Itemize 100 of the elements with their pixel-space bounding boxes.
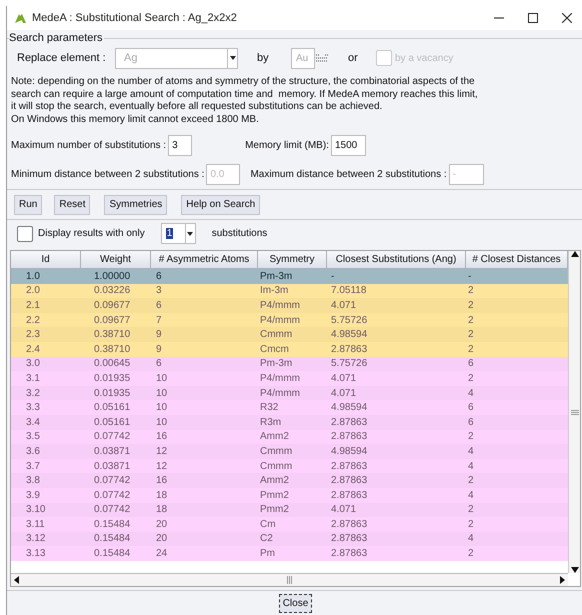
horizontal-scrollbar[interactable] [11, 573, 568, 586]
table-row[interactable]: 2.0 0.03226 3 Im-3m 7.05118 2 [11, 284, 568, 298]
table-row[interactable]: 3.3 0.05161 10 R32 4.98594 6 [11, 400, 568, 415]
table-cell-text: 18 [155, 488, 168, 503]
table-cell-text: 7.05118 [330, 284, 368, 298]
toolbar-button[interactable]: Reset [54, 194, 90, 214]
table-cell-text: 4 [467, 460, 475, 474]
table-row[interactable]: 3.2 0.01935 10 P4/mmm 4.071 4 [11, 386, 568, 400]
table-cell-text: 2.87863 [330, 488, 368, 503]
table-cell-text: 3 [155, 284, 163, 298]
max-substitutions-field[interactable]: 3 [168, 134, 192, 156]
checkbox[interactable] [17, 226, 33, 242]
table-cell-text: 20 [155, 518, 168, 532]
table-cell-text: 0.01935 [93, 386, 132, 401]
close-button[interactable]: Close [278, 594, 312, 612]
vertical-scrollbar[interactable] [568, 251, 580, 573]
table-row[interactable]: 1.0 1.00000 6 Pm-3m - - [11, 269, 568, 284]
table-cell-text: 2 [467, 328, 475, 342]
table-cell-text: 3.9 [25, 488, 41, 503]
column-header[interactable]: Symmetry [258, 251, 327, 269]
or-label: or [348, 50, 359, 66]
table-row[interactable]: 3.13 0.15484 24 Pm 2.87863 2 [11, 546, 568, 561]
table-row[interactable]: 2.1 0.09677 6 P4/mmm 4.071 2 [11, 298, 568, 313]
memory-limit-field[interactable]: 1500 [330, 134, 366, 156]
toolbar-button[interactable]: Run [14, 194, 42, 214]
table-cell-text: 2.87863 [330, 416, 368, 430]
table-row[interactable]: 3.4 0.05161 10 R3m 2.87863 6 [11, 414, 568, 430]
column-header[interactable]: # Asymmetric Atoms [151, 251, 258, 269]
table-cell-text: 6 [155, 357, 163, 372]
toolbar-button[interactable]: Help on Search [181, 194, 260, 214]
column-header[interactable]: Closest Substitutions (Ang) [327, 251, 466, 269]
table-cell-text: 16 [155, 474, 168, 488]
table-cell-text: Pmm2 [259, 488, 290, 503]
table-row[interactable]: 2.2 0.09677 7 P4/mmm 5.75726 2 [11, 312, 568, 328]
table-cell-text: 2.0 [25, 284, 41, 298]
table-cell-text: 3.2 [25, 386, 41, 401]
by-label: by [257, 50, 270, 66]
table-cell-text: Pm-3m [259, 357, 294, 372]
table-row[interactable]: 3.0 0.00645 6 Pm-3m 5.75726 6 [11, 356, 568, 372]
min-distance-field[interactable]: 0.0 [206, 164, 240, 184]
left-arrow-icon[interactable] [14, 576, 19, 584]
note-text: Note: depending on the number of atoms and symmetry of the structure, the combinatorial aspects of the [11, 76, 476, 88]
table-cell-text: C2 [259, 532, 274, 546]
table-cell-text: 2.1 [25, 298, 41, 313]
table-cell-text: 9 [155, 342, 163, 357]
table-cell-text: 2.3 [25, 328, 41, 342]
column-header[interactable]: Weight [81, 251, 151, 269]
min-distance-label: Minimum distance between 2 substitutions : [11, 168, 204, 182]
table-cell-text: 10 [155, 416, 168, 430]
table-cell-text: 2 [467, 503, 475, 518]
table-cell-text: 18 [155, 503, 168, 518]
table-cell-text: P4/mmm [259, 386, 301, 401]
table-cell-text: 4 [467, 488, 475, 503]
table-cell-text: 12 [155, 444, 168, 459]
table-row[interactable]: 3.8 0.07742 16 Amm2 2.87863 2 [11, 473, 568, 488]
table-cell-text: 0.09677 [93, 298, 132, 313]
table-row[interactable]: 3.12 0.15484 20 C2 2.87863 4 [11, 532, 568, 546]
table-cell-text: 4.071 [330, 372, 358, 386]
note-text: On Windows this memory limit cannot exceed 1800 MB. [11, 114, 260, 126]
table-cell-text: 0.07742 [93, 430, 132, 444]
max-substitutions-label: Maximum number of substitutions : [11, 138, 166, 152]
table-cell-text: 16 [155, 430, 168, 444]
table-row[interactable]: 3.11 0.15484 20 Cm 2.87863 2 [11, 517, 568, 532]
table-row[interactable]: 3.7 0.03871 12 Cmmm 2.87863 4 [11, 458, 568, 474]
table-cell-text: 3.6 [25, 444, 41, 459]
display-results-label: Display results with only [38, 227, 145, 241]
table-cell-text: 3.13 [25, 547, 46, 562]
table-cell-text: 2 [467, 474, 475, 488]
table-cell-text: 0.15484 [93, 518, 132, 532]
periodic-table-icon[interactable] [316, 54, 328, 62]
table-row[interactable]: 3.10 0.07742 18 Pmm2 4.071 2 [11, 502, 568, 518]
table-cell-text: Pm [259, 547, 276, 562]
down-arrow-icon[interactable] [570, 567, 578, 573]
table-cell-text: 0.07742 [93, 474, 132, 488]
vacancy-label: by a vacancy [395, 52, 454, 66]
table-row[interactable]: 2.3 0.38710 9 Cmmm 4.98594 2 [11, 327, 568, 342]
right-arrow-icon[interactable] [560, 576, 565, 584]
table-cell-text: 4.98594 [330, 444, 368, 459]
table-cell-text: 0.15484 [93, 532, 132, 546]
scroll-grip-icon [286, 576, 292, 584]
table-row[interactable]: 3.5 0.07742 16 Amm2 2.87863 2 [11, 430, 568, 444]
table-cell-text: Cmmm [259, 444, 294, 459]
table-cell-text: Cm [259, 518, 277, 532]
column-header[interactable]: # Closest Distances [466, 251, 568, 269]
table-cell-text: 3.7 [25, 460, 41, 474]
toolbar-button[interactable]: Symmetries [104, 194, 168, 214]
scroll-grip-icon [570, 410, 578, 414]
count-dropdown[interactable]: 1 [160, 223, 196, 244]
table-cell-text: 2 [467, 547, 475, 562]
table-row[interactable]: 2.4 0.38710 9 Cmcm 2.87863 2 [11, 342, 568, 357]
column-header[interactable]: Id [11, 251, 81, 269]
up-arrow-icon[interactable] [570, 251, 578, 257]
max-distance-field[interactable]: - [448, 164, 484, 184]
table-cell-text: 2 [467, 342, 475, 357]
table-cell-text: 2 [467, 314, 475, 328]
table-cell-text: 0.00645 [93, 357, 132, 372]
table-cell-text: 2.4 [25, 342, 41, 357]
table-row[interactable]: 3.6 0.03871 12 Cmmm 4.98594 4 [11, 444, 568, 459]
table-row[interactable]: 3.1 0.01935 10 P4/mmm 4.071 2 [11, 371, 568, 386]
table-row[interactable]: 3.9 0.07742 18 Pmm2 2.87863 4 [11, 488, 568, 502]
